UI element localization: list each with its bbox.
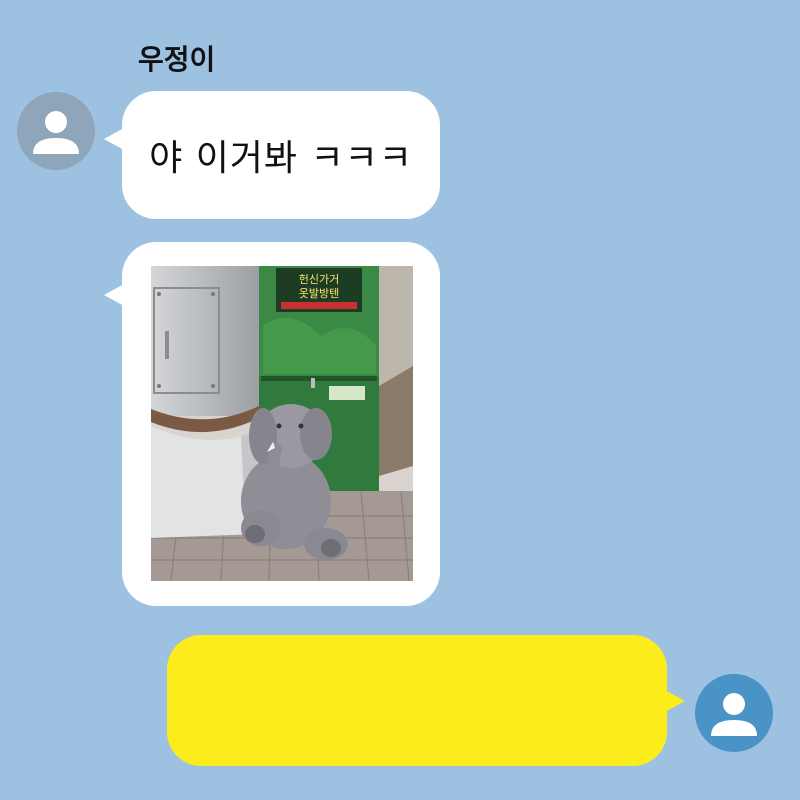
person-icon [33,111,79,154]
photo-attachment[interactable]: 헌신가거 옷발방텐 [151,266,413,581]
bin-sign-text: 헌신가거 [299,273,339,286]
message-bubble-photo[interactable]: 헌신가거 옷발방텐 [122,242,440,606]
bin-sign-text: 옷발방텐 [299,287,339,300]
bubble-tail [104,284,124,306]
message-text: 야 이거봐 ㅋㅋㅋ [149,138,413,179]
sender-avatar[interactable] [17,92,95,170]
person-icon [711,693,757,736]
sender-name: 우정이 [138,43,216,76]
bubble-tail [104,128,124,150]
outgoing-message-bubble[interactable] [167,635,667,766]
my-avatar[interactable] [695,674,773,752]
message-bubble-text[interactable]: 야 이거봐 ㅋㅋㅋ [122,91,440,219]
bubble-tail [665,690,685,712]
